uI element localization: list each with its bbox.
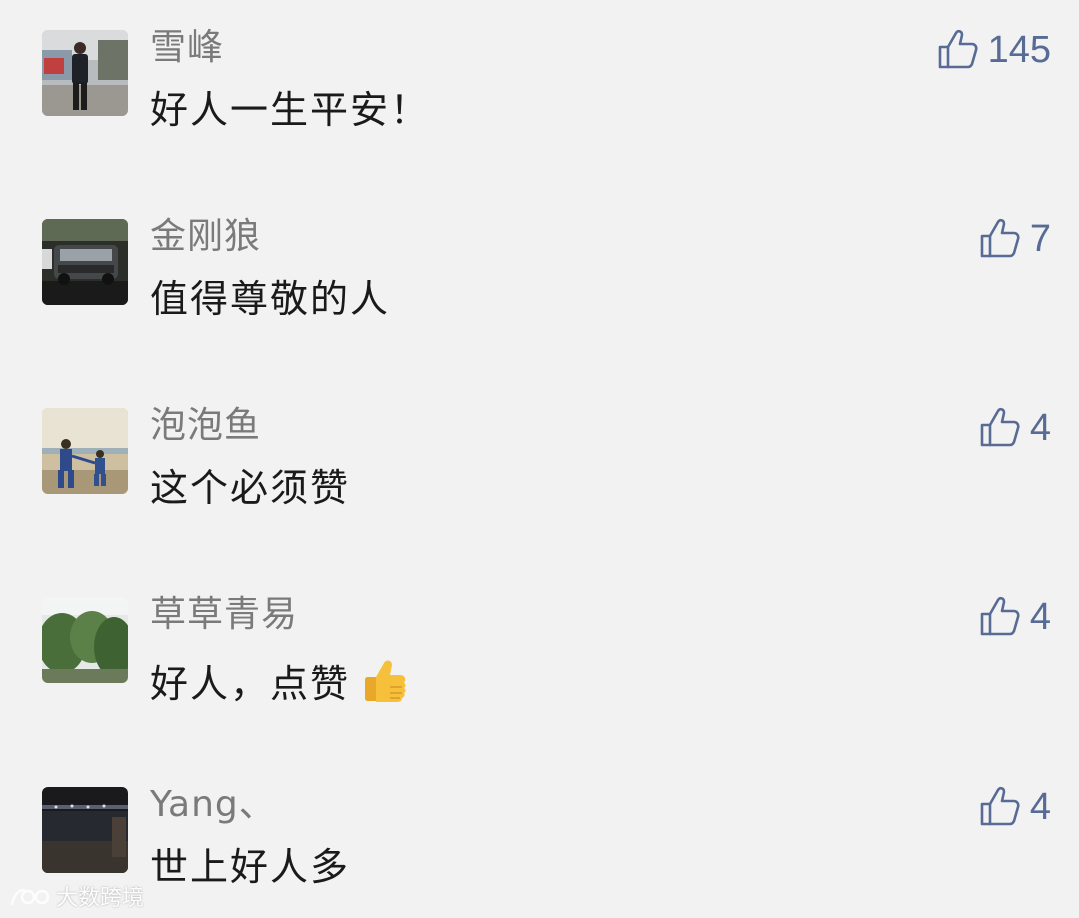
avatar[interactable] xyxy=(42,30,128,116)
like-count: 145 xyxy=(987,29,1051,71)
thumbs-up-emoji-icon xyxy=(365,660,406,702)
avatar-children-beach-image xyxy=(42,408,128,494)
like-count: 4 xyxy=(1029,407,1051,449)
comment-text: 好人，点赞 xyxy=(150,655,408,706)
username[interactable]: 雪峰 xyxy=(150,28,224,68)
thumbs-up-icon xyxy=(980,786,1020,826)
watermark: 大数跨境 xyxy=(8,880,144,912)
comment-item: 草草青易 好人，点赞 4 xyxy=(0,595,1079,715)
username[interactable]: Yang、 xyxy=(150,785,276,825)
avatar[interactable] xyxy=(42,597,128,683)
like-button[interactable]: 145 xyxy=(936,28,1051,72)
avatar[interactable] xyxy=(42,787,128,873)
comment-text-content: 好人，点赞 xyxy=(150,662,351,706)
comment-item: 泡泡鱼 这个必须赞 4 xyxy=(0,406,1079,526)
like-button[interactable]: 4 xyxy=(978,785,1051,829)
avatar-night-scene-image xyxy=(42,787,128,873)
avatar[interactable] xyxy=(42,219,128,305)
like-button[interactable]: 4 xyxy=(978,595,1051,639)
comment-text: 这个必须赞 xyxy=(150,466,351,510)
comment-item: Yang、 世上好人多 4 xyxy=(0,785,1079,905)
thumbs-up-icon xyxy=(980,407,1020,447)
like-button[interactable]: 7 xyxy=(978,217,1051,261)
thumbs-up-icon xyxy=(980,596,1020,636)
comment-text: 世上好人多 xyxy=(150,845,351,889)
username[interactable]: 金刚狼 xyxy=(150,217,261,257)
comment-item: 金刚狼 值得尊敬的人 7 xyxy=(0,217,1079,337)
comment-list: 雪峰 好人一生平安！ 145 金刚狼 值得尊敬的人 7 泡泡鱼 这个必须赞 4 … xyxy=(0,0,1079,918)
avatar-person-standing-image xyxy=(42,30,128,116)
avatar[interactable] xyxy=(42,408,128,494)
like-count: 7 xyxy=(1029,218,1051,260)
like-button[interactable]: 4 xyxy=(978,406,1051,450)
like-count: 4 xyxy=(1029,786,1051,828)
avatar-trees-image xyxy=(42,597,128,683)
username[interactable]: 泡泡鱼 xyxy=(150,406,261,446)
comment-item: 雪峰 好人一生平安！ 145 xyxy=(0,28,1079,148)
thumbs-up-icon xyxy=(938,29,978,69)
watermark-text: 大数跨境 xyxy=(56,886,145,911)
logo-icon xyxy=(10,888,50,906)
like-count: 4 xyxy=(1029,596,1051,638)
username[interactable]: 草草青易 xyxy=(150,595,298,635)
comment-text: 好人一生平安！ xyxy=(150,88,431,132)
thumbs-up-icon xyxy=(980,218,1020,258)
avatar-car-image xyxy=(42,219,128,305)
comment-text: 值得尊敬的人 xyxy=(150,277,391,321)
